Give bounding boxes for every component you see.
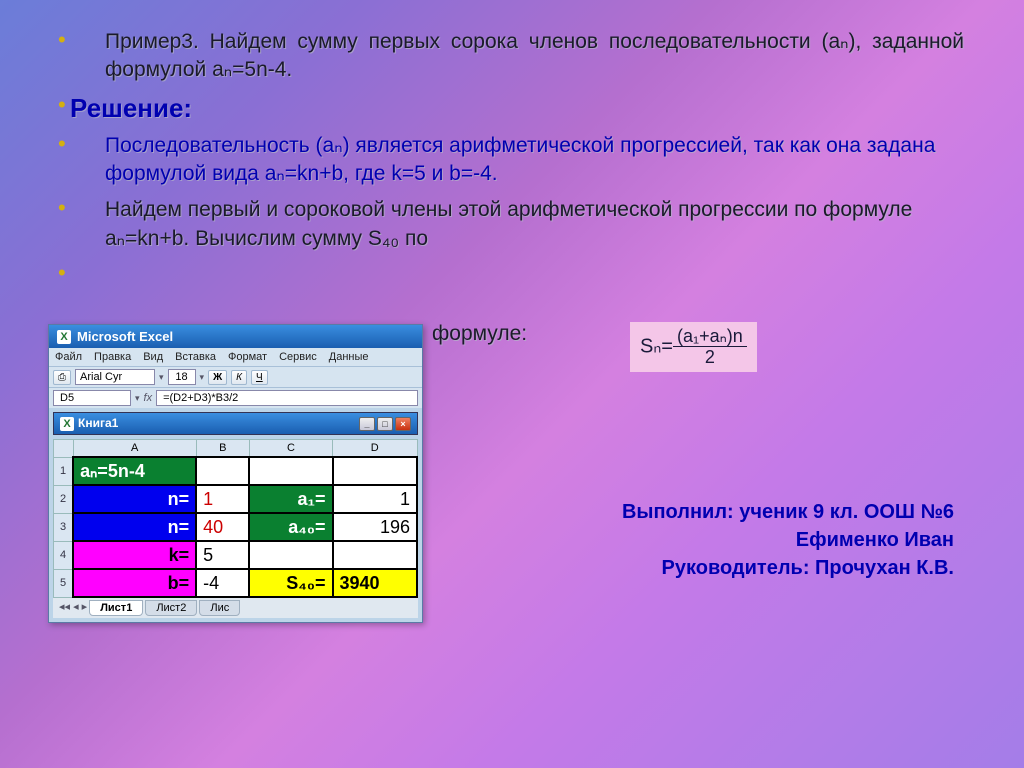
bullet-icon: • [58,200,74,216]
excel-icon: X [57,330,71,344]
workbook-name: Книга1 [78,416,118,430]
menu-edit[interactable]: Правка [94,351,131,363]
col-header[interactable]: A [73,440,196,458]
menu-service[interactable]: Сервис [279,351,317,363]
cell[interactable]: 1 [196,485,249,513]
formula-numerator: (a₁+aₙ)n [673,326,747,347]
formula-box: Sₙ=(a₁+aₙ)n2 [630,322,757,372]
sheet-tabs: ◂◂ ◂ ▸ Лист1 Лист2 Лис [53,598,418,618]
workbook-titlebar[interactable]: X Книга1 _ □ × [53,412,418,435]
menu-data[interactable]: Данные [329,351,369,363]
formula-lhs: Sₙ= [640,335,673,357]
row-header[interactable]: 4 [54,541,74,569]
cell[interactable] [333,541,417,569]
paragraph-3: Найдем первый и сороковой члены этой ари… [105,196,964,253]
cell[interactable]: aₙ=5n-4 [73,457,196,485]
excel-title: Microsoft Excel [77,329,173,344]
menu-view[interactable]: Вид [143,351,163,363]
cell[interactable]: 3940 [333,569,417,597]
name-box[interactable]: D5 [53,390,131,406]
cell[interactable] [249,457,332,485]
formula-denominator: 2 [705,345,715,367]
col-header[interactable]: B [196,440,249,458]
sheet-tab[interactable]: Лист1 [89,600,143,616]
bold-button[interactable]: Ж [208,370,227,385]
formula-label: формуле: [432,322,527,346]
cell[interactable]: S₄₀= [249,569,332,597]
excel-icon: X [60,417,74,431]
dropdown-icon[interactable]: ▾ [200,372,205,383]
credit-line-3: Руководитель: Прочухан К.В. [622,554,954,582]
bullet-icon: • [58,32,74,48]
table-row: 1 aₙ=5n-4 [54,457,418,485]
dropdown-icon[interactable]: ▾ [135,393,140,404]
row-header[interactable]: 3 [54,513,74,541]
col-header[interactable]: D [333,440,417,458]
cell[interactable]: 196 [333,513,417,541]
dropdown-icon[interactable]: ▾ [159,372,164,383]
row-header[interactable]: 5 [54,569,74,597]
cell[interactable]: n= [73,513,196,541]
formula-field[interactable]: =(D2+D3)*B3/2 [156,390,418,406]
underline-button[interactable]: Ч [251,370,268,385]
cell[interactable]: a₁= [249,485,332,513]
italic-button[interactable]: К [231,370,247,385]
maximize-button[interactable]: □ [377,417,393,431]
col-header[interactable]: C [249,440,332,458]
cell[interactable]: -4 [196,569,249,597]
close-button[interactable]: × [395,417,411,431]
heading-solution: Решение: [70,93,964,124]
credits: Выполнил: ученик 9 кл. ООШ №6 Ефименко И… [622,498,954,582]
excel-menubar: Файл Правка Вид Вставка Формат Сервис Да… [49,348,422,366]
bullet-icon: • [58,265,74,281]
cell[interactable]: 1 [333,485,417,513]
size-selector[interactable]: 18 [168,369,196,385]
table-row: 5 b= -4 S₄₀= 3940 [54,569,418,597]
cell[interactable]: a₄₀= [249,513,332,541]
toolbar-button[interactable]: ⎙ [53,370,71,385]
cell[interactable] [249,541,332,569]
row-header[interactable]: 1 [54,457,74,485]
sheet-tab[interactable]: Лист2 [145,600,197,616]
cell[interactable]: b= [73,569,196,597]
corner-cell[interactable] [54,440,74,458]
cell[interactable] [333,457,417,485]
fx-icon[interactable]: fx [144,392,153,404]
credit-line-2: Ефименко Иван [622,526,954,554]
font-selector[interactable]: Arial Cyr [75,369,155,385]
cell[interactable]: n= [73,485,196,513]
cell[interactable] [196,457,249,485]
formula-bar: D5 ▾ fx =(D2+D3)*B3/2 [49,388,422,408]
table-row: 4 k= 5 [54,541,418,569]
bullet-icon: • [58,136,74,152]
bullet-icon: • [58,97,74,113]
excel-toolbar: ⎙ Arial Cyr ▾ 18 ▾ Ж К Ч [49,366,422,388]
excel-window: X Microsoft Excel Файл Правка Вид Вставк… [48,324,423,623]
menu-file[interactable]: Файл [55,351,82,363]
paragraph-1: Пример3. Найдем сумму первых сорока член… [105,28,964,85]
excel-titlebar[interactable]: X Microsoft Excel [49,325,422,348]
minimize-button[interactable]: _ [359,417,375,431]
row-header[interactable]: 2 [54,485,74,513]
credit-line-1: Выполнил: ученик 9 кл. ООШ №6 [622,498,954,526]
tab-nav-icon[interactable]: ◂◂ ◂ ▸ [59,600,87,616]
cell[interactable]: 5 [196,541,249,569]
table-row: 3 n= 40 a₄₀= 196 [54,513,418,541]
menu-insert[interactable]: Вставка [175,351,216,363]
cell[interactable]: k= [73,541,196,569]
cell[interactable]: 40 [196,513,249,541]
menu-format[interactable]: Формат [228,351,267,363]
table-row: 2 n= 1 a₁= 1 [54,485,418,513]
worksheet: A B C D 1 aₙ=5n-4 2 n= 1 a₁= 1 3 n= [53,439,418,618]
sheet-tab[interactable]: Лис [199,600,240,616]
paragraph-2: Последовательность (aₙ) является арифмет… [105,132,964,189]
